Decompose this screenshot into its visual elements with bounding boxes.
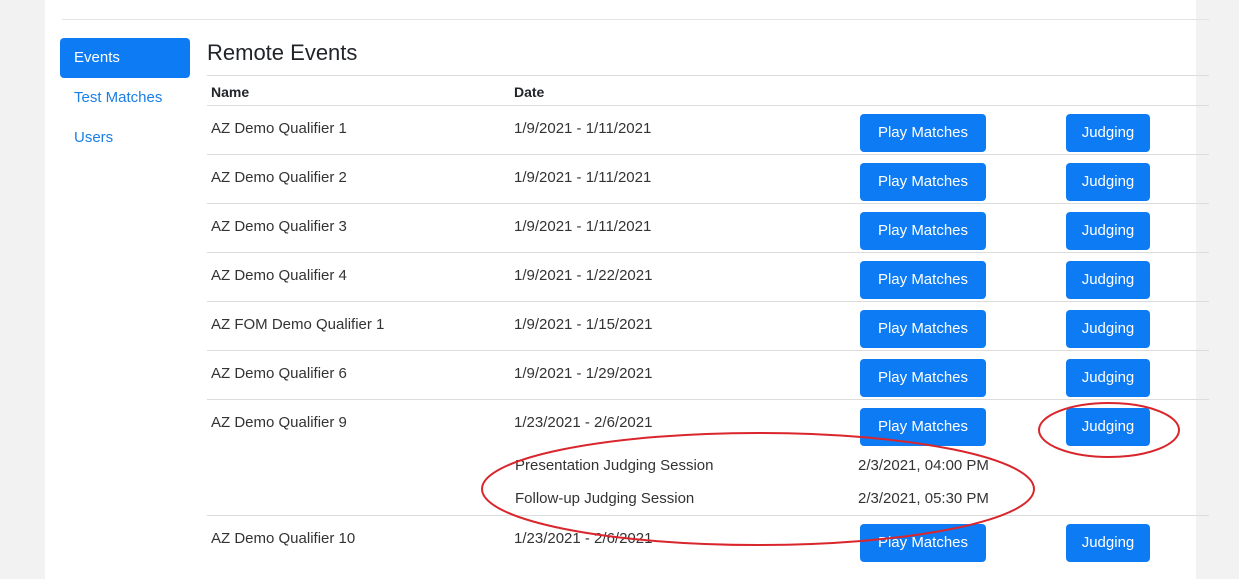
event-date: 1/9/2021 - 1/11/2021: [514, 120, 652, 137]
event-date: 1/9/2021 - 1/11/2021: [514, 218, 652, 235]
table-row: AZ Demo Qualifier 2 1/9/2021 - 1/11/2021…: [207, 155, 1209, 204]
content-panel: Events Test Matches Users Remote Events …: [45, 0, 1209, 579]
play-matches-button[interactable]: Play Matches: [860, 359, 986, 397]
event-name: AZ Demo Qualifier 9: [211, 414, 347, 431]
judging-button[interactable]: Judging: [1066, 408, 1150, 446]
judging-button[interactable]: Judging: [1066, 310, 1150, 348]
judging-button[interactable]: Judging: [1066, 261, 1150, 299]
event-name: AZ Demo Qualifier 10: [211, 530, 356, 547]
event-name: AZ Demo Qualifier 6: [211, 365, 347, 382]
session-time: 2/3/2021, 05:30 PM: [858, 490, 989, 507]
table-row: AZ FOM Demo Qualifier 1 1/9/2021 - 1/15/…: [207, 302, 1209, 351]
table-row: AZ Demo Qualifier 9 1/23/2021 - 2/6/2021…: [207, 400, 1209, 516]
event-name: AZ Demo Qualifier 2: [211, 169, 347, 186]
play-matches-button[interactable]: Play Matches: [860, 114, 986, 152]
play-matches-button[interactable]: Play Matches: [860, 163, 986, 201]
event-date: 1/9/2021 - 1/15/2021: [514, 316, 653, 333]
judging-button[interactable]: Judging: [1066, 524, 1150, 562]
judging-button[interactable]: Judging: [1066, 212, 1150, 250]
table-row: AZ Demo Qualifier 3 1/9/2021 - 1/11/2021…: [207, 204, 1209, 253]
sidebar-item-users[interactable]: Users: [60, 118, 190, 158]
judging-button[interactable]: Judging: [1066, 359, 1150, 397]
column-header-date: Date: [514, 84, 545, 100]
event-date: 1/9/2021 - 1/11/2021: [514, 169, 652, 186]
sidebar: Events Test Matches Users: [60, 38, 190, 158]
play-matches-button[interactable]: Play Matches: [860, 408, 986, 446]
events-table: Name Date AZ Demo Qualifier 1 1/9/2021 -…: [207, 75, 1209, 565]
column-header-name: Name: [211, 84, 250, 100]
event-date: 1/23/2021 - 2/6/2021: [514, 530, 653, 547]
table-row: AZ Demo Qualifier 10 1/23/2021 - 2/6/202…: [207, 516, 1209, 565]
event-name: AZ Demo Qualifier 4: [211, 267, 347, 284]
table-row: AZ Demo Qualifier 4 1/9/2021 - 1/22/2021…: [207, 253, 1209, 302]
divider: [62, 19, 1209, 20]
page-title: Remote Events: [207, 40, 358, 65]
session-name: Presentation Judging Session: [515, 457, 714, 474]
judging-button[interactable]: Judging: [1066, 163, 1150, 201]
table-row: AZ Demo Qualifier 6 1/9/2021 - 1/29/2021…: [207, 351, 1209, 400]
event-date: 1/9/2021 - 1/22/2021: [514, 267, 653, 284]
session-name: Follow-up Judging Session: [515, 490, 695, 507]
table-row: AZ Demo Qualifier 1 1/9/2021 - 1/11/2021…: [207, 106, 1209, 155]
event-name: AZ Demo Qualifier 3: [211, 218, 347, 235]
sidebar-item-test-matches[interactable]: Test Matches: [60, 78, 190, 118]
play-matches-button[interactable]: Play Matches: [860, 310, 986, 348]
table-header: Name Date: [207, 76, 1209, 106]
event-date: 1/23/2021 - 2/6/2021: [514, 414, 653, 431]
play-matches-button[interactable]: Play Matches: [860, 261, 986, 299]
event-name: AZ FOM Demo Qualifier 1: [211, 316, 385, 333]
play-matches-button[interactable]: Play Matches: [860, 524, 986, 562]
event-name: AZ Demo Qualifier 1: [211, 120, 347, 137]
play-matches-button[interactable]: Play Matches: [860, 212, 986, 250]
session-time: 2/3/2021, 04:00 PM: [858, 457, 989, 474]
judging-button[interactable]: Judging: [1066, 114, 1150, 152]
event-date: 1/9/2021 - 1/29/2021: [514, 365, 653, 382]
sidebar-item-events[interactable]: Events: [60, 38, 190, 78]
